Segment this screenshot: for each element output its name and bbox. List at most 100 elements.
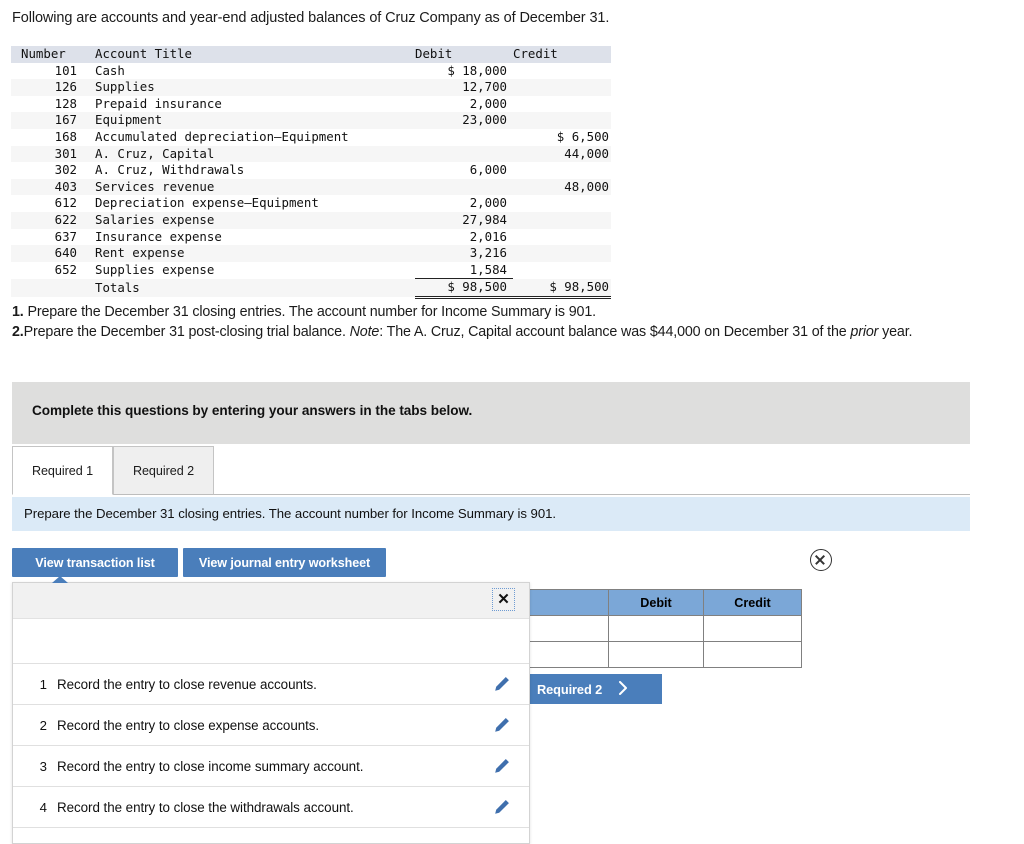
tab-required-1[interactable]: Required 1 [12, 446, 113, 495]
cell-number: 652 [54, 261, 77, 277]
cell-title: Equipment [95, 112, 163, 128]
cell-number: 302 [54, 162, 77, 178]
table-row: 101 Cash $ 18,000 [11, 62, 611, 80]
cell-title: A. Cruz, Withdrawals [95, 162, 245, 178]
journal-cell-debit[interactable] [608, 641, 704, 668]
list-item-label: Record the entry to close income summary… [57, 758, 364, 774]
cell-debit: $ 98,500 [415, 278, 513, 299]
cell-credit [513, 262, 611, 279]
list-item[interactable]: 1 Record the entry to close revenue accou… [13, 664, 529, 705]
cell-title: Salaries expense [95, 211, 215, 227]
cell-credit: 44,000 [564, 145, 609, 161]
chevron-right-icon [618, 680, 629, 698]
cell-debit: 6,000 [469, 162, 507, 178]
edit-pencil-icon[interactable] [493, 798, 511, 816]
table-row: 126 Supplies 12,700 [11, 79, 611, 96]
list-item-index: 3 [39, 758, 47, 774]
list-item-label: Record the entry to close the withdrawal… [57, 799, 354, 815]
view-transaction-list-button[interactable]: View transaction list [12, 548, 178, 577]
requirement-1-line: 1. Prepare the December 31 closing entri… [12, 303, 970, 323]
cell-debit: 2,000 [469, 95, 507, 111]
journal-col-header-blank [520, 589, 609, 616]
journal-cell-account[interactable] [520, 641, 609, 668]
cell-title: Depreciation expense—Equipment [95, 195, 319, 211]
next-required-2-button[interactable]: Required 2 [519, 674, 662, 704]
table-row: 168 Accumulated depreciation—Equipment $ 6… [11, 128, 611, 146]
cell-number: 301 [54, 145, 77, 161]
tab-instruction-strip: Prepare the December 31 closing entries.… [12, 497, 970, 531]
cell-debit: 2,016 [469, 228, 507, 244]
cell-number [11, 279, 85, 298]
list-item-label: Record the entry to close expense accoun… [57, 717, 320, 733]
cell-credit [513, 229, 611, 246]
journal-cell-credit[interactable] [703, 641, 802, 668]
close-circle-icon[interactable] [810, 549, 832, 571]
tab-required-1-label: Required 1 [31, 463, 94, 478]
table-row: 302 A. Cruz, Withdrawals 6,000 [11, 162, 611, 179]
transaction-list-popup: ✕ 1 Record the entry to close revenue acc… [12, 582, 530, 844]
tab-required-2[interactable]: Required 2 [113, 446, 214, 495]
cell-credit [513, 63, 611, 80]
instruction-banner: Complete this questions by entering your… [12, 382, 970, 444]
cell-credit: $ 6,500 [556, 128, 609, 144]
journal-header-row: Debit Credit [520, 589, 802, 616]
table-header-row: Number Account Title Debit Credit [11, 46, 611, 63]
cell-debit [415, 129, 513, 146]
list-item[interactable]: 4 Record the entry to close the withdrawa… [13, 787, 529, 828]
edit-pencil-icon[interactable] [493, 716, 511, 734]
cell-number: 168 [54, 128, 77, 144]
tab-required-2-label: Required 2 [132, 463, 195, 478]
list-item-index: 2 [39, 717, 47, 733]
adjusted-trial-balance-table: Number Account Title Debit Credit 101 Cas… [11, 46, 611, 299]
cell-credit [513, 245, 611, 262]
cell-number: 167 [54, 112, 77, 128]
requirement-2-text-a: Prepare the December 31 post-closing tri… [23, 323, 350, 340]
cell-credit [513, 112, 611, 129]
cell-credit: $ 98,500 [513, 278, 611, 299]
list-item-index: 1 [39, 676, 47, 692]
list-item[interactable]: 2 Record the entry to close expense accou… [13, 705, 529, 746]
table-row: 128 Prepaid insurance 2,000 [11, 95, 611, 113]
journal-cell-account[interactable] [520, 615, 609, 642]
cell-number: 128 [54, 95, 77, 111]
col-header-debit: Debit [415, 46, 513, 63]
cell-credit [513, 96, 611, 113]
journal-cell-credit[interactable] [703, 615, 802, 642]
cell-number: 101 [54, 62, 77, 78]
cell-debit: 2,000 [469, 195, 507, 211]
cell-number: 126 [54, 79, 77, 95]
cell-credit [513, 212, 611, 229]
list-item[interactable]: 3 Record the entry to close income summar… [13, 746, 529, 787]
broken-image-close-icon[interactable]: ✕ [492, 588, 515, 611]
cell-title: Supplies expense [95, 261, 215, 277]
journal-table-row [520, 641, 802, 668]
requirement-1-number: 1. [12, 304, 24, 320]
table-row: 637 Insurance expense 2,016 [11, 228, 611, 246]
journal-entry-table: Debit Credit [520, 589, 802, 668]
cell-number: 612 [54, 195, 77, 211]
requirement-1-text: Prepare the December 31 closing entries.… [27, 304, 596, 320]
journal-cell-debit[interactable] [608, 615, 704, 642]
cell-debit: 23,000 [462, 112, 507, 128]
view-journal-entry-worksheet-button[interactable]: View journal entry worksheet [183, 548, 386, 577]
cell-credit [513, 162, 611, 179]
table-row: 301 A. Cruz, Capital 44,000 [11, 145, 611, 163]
journal-col-header-debit: Debit [608, 589, 704, 616]
list-item-label: Record the entry to close revenue accoun… [57, 676, 317, 692]
tab-instruction-text: Prepare the December 31 closing entries.… [24, 506, 557, 521]
col-header-credit: Credit [513, 46, 611, 63]
cell-debit [415, 179, 513, 196]
cell-credit: 48,000 [564, 178, 609, 194]
cell-title: Prepaid insurance [95, 95, 222, 111]
cell-title: Insurance expense [95, 228, 222, 244]
transaction-list-popup-header: ✕ [13, 583, 529, 619]
edit-pencil-icon[interactable] [493, 757, 511, 775]
journal-table-row [520, 615, 802, 642]
table-row: 612 Depreciation expense—Equipment 2,000 [11, 195, 611, 212]
cell-title: Rent expense [95, 245, 185, 261]
list-item-spacer-bottom [13, 828, 529, 843]
requirements-text: 1. Prepare the December 31 closing entri… [12, 303, 970, 342]
edit-pencil-icon[interactable] [493, 675, 511, 693]
table-row: 652 Supplies expense 1,584 [11, 261, 611, 280]
cell-number: 640 [54, 245, 77, 261]
